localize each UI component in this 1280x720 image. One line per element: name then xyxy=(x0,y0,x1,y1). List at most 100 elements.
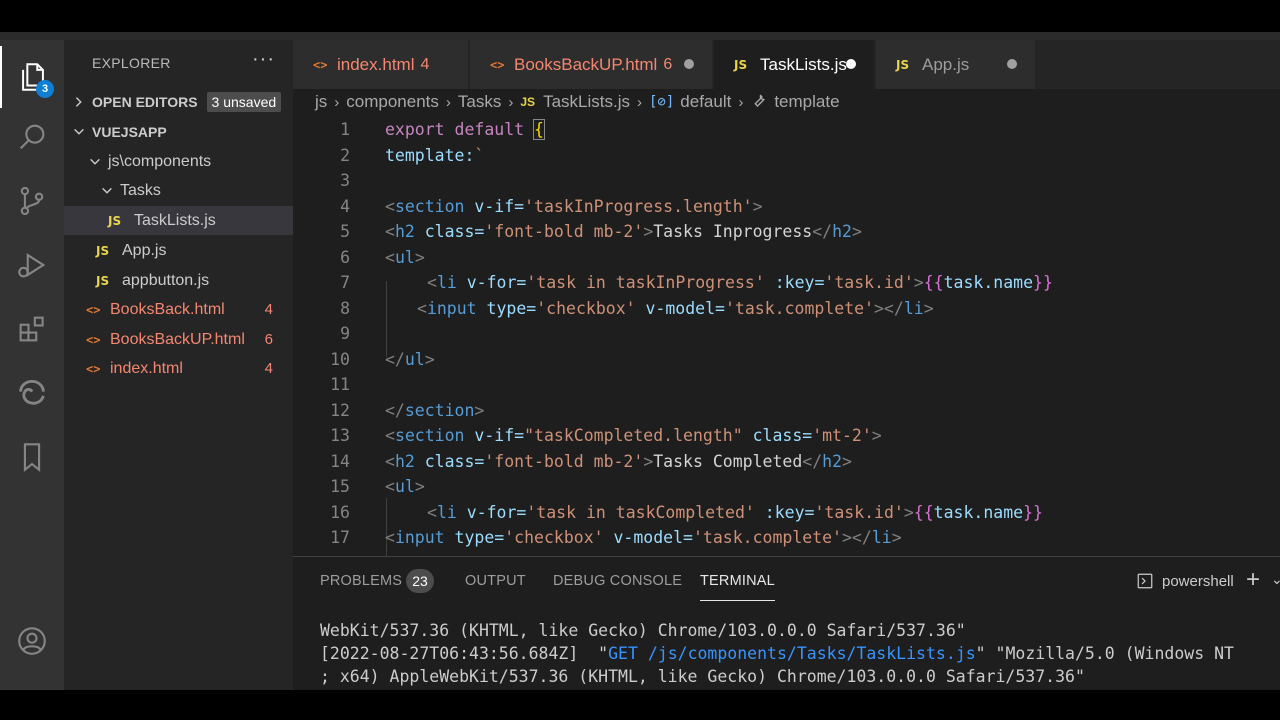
breadcrumb-item[interactable]: js xyxy=(315,92,327,112)
file-name: BooksBack.html xyxy=(110,300,225,318)
error-count: 4 xyxy=(264,360,273,377)
tab-app-js[interactable]: JS App.js xyxy=(876,40,1036,89)
code-line: 10 </ul> xyxy=(293,347,1280,373)
line-number: 6 xyxy=(340,247,350,267)
unsaved-badge: 3 unsaved xyxy=(206,91,282,112)
project-section[interactable]: VUEJSAPP xyxy=(64,117,293,146)
folder-components-label: js\components xyxy=(108,152,212,170)
problems-count-badge: 23 xyxy=(406,569,434,593)
file-app-js[interactable]: JS App.js xyxy=(64,236,293,265)
source-control-activity-button[interactable] xyxy=(0,170,64,232)
tab-debug-console[interactable]: DEBUG CONSOLE xyxy=(553,573,682,589)
terminal-line: ; x64) AppleWebKit/537.36 (KHTML, like G… xyxy=(320,667,1085,686)
breadcrumb-symbol[interactable]: default xyxy=(680,92,731,112)
tab-booksbackup-html[interactable]: <> BooksBackUP.html 6 xyxy=(470,40,713,89)
js-file-icon: JS xyxy=(108,213,122,228)
breadcrumb-item[interactable]: Tasks xyxy=(458,92,501,112)
explorer-title: EXPLORER xyxy=(92,55,171,71)
chevron-down-icon xyxy=(74,128,84,135)
run-debug-activity-button[interactable] xyxy=(0,234,64,296)
tab-label: BooksBackUP.html xyxy=(514,54,658,74)
run-debug-icon xyxy=(18,253,46,278)
activity-bar: 3 xyxy=(0,40,64,690)
chevron-down-icon[interactable]: ⌄ xyxy=(1271,571,1280,588)
line-number: 15 xyxy=(330,477,350,497)
terminal-shell-selector[interactable]: powershell xyxy=(1136,572,1234,590)
code-line: 5 <h2 class='font-bold mb-2'>Tasks Inpro… xyxy=(293,219,1280,245)
line-number: 11 xyxy=(330,375,350,395)
search-activity-button[interactable] xyxy=(0,106,64,168)
js-file-icon: JS xyxy=(896,57,910,72)
project-label: VUEJSAPP xyxy=(92,123,167,140)
more-actions-icon[interactable]: ··· xyxy=(252,48,275,71)
breadcrumb-item[interactable]: components xyxy=(346,92,439,112)
breadcrumb-symbol[interactable]: template xyxy=(774,92,839,112)
line-number: 2 xyxy=(340,145,350,165)
bookmarks-activity-button[interactable] xyxy=(0,426,64,488)
file-appbutton-js[interactable]: JS appbutton.js xyxy=(64,266,293,295)
js-file-icon: JS xyxy=(96,243,110,258)
html-file-icon: <> xyxy=(490,57,505,72)
unsaved-dot-icon[interactable] xyxy=(846,59,856,69)
breadcrumb: js › components › Tasks › JS TaskLists.j… xyxy=(293,89,1280,115)
line-number: 14 xyxy=(330,451,350,471)
file-tasklists-js[interactable]: JS TaskLists.js xyxy=(64,206,293,235)
line-number: 1 xyxy=(340,120,350,140)
tab-tasklists-js[interactable]: JS TaskLists.js xyxy=(714,40,875,89)
file-name: App.js xyxy=(122,241,167,259)
terminal-icon xyxy=(1137,573,1153,589)
js-file-icon: JS xyxy=(520,95,536,109)
code-line: 3 xyxy=(293,168,1280,194)
html-file-icon: <> xyxy=(86,332,101,347)
extensions-activity-button[interactable] xyxy=(0,298,64,360)
file-name: index.html xyxy=(110,359,183,377)
tab-error-count: 4 xyxy=(420,55,430,73)
object-symbol-icon: [⊘] xyxy=(648,94,675,110)
accounts-activity-button[interactable] xyxy=(0,610,64,672)
html-file-icon: <> xyxy=(86,302,101,317)
unsaved-dot-icon[interactable] xyxy=(684,59,694,69)
chevron-right-icon: › xyxy=(738,93,744,111)
line-number: 13 xyxy=(330,426,350,446)
window-top-edge xyxy=(0,0,1280,32)
terminal-line: WebKit/537.36 (KHTML, like Gecko) Chrome… xyxy=(320,621,966,640)
code-line: 14 <h2 class='font-bold mb-2'>Tasks Comp… xyxy=(293,449,1280,475)
code-line: 4 <section v-if='taskInProgress.length'> xyxy=(293,194,1280,220)
code-editor[interactable]: 1 export default { 2 template:` 3 4 <sec… xyxy=(293,115,1280,556)
tab-label: TaskLists.js xyxy=(760,54,847,74)
unsaved-dot-icon[interactable] xyxy=(1007,59,1017,69)
explorer-activity-button[interactable]: 3 xyxy=(0,46,64,108)
account-icon xyxy=(18,627,46,655)
tab-index-html[interactable]: <> index.html 4 xyxy=(293,40,469,89)
folder-components[interactable]: js\components xyxy=(64,147,293,176)
line-number: 12 xyxy=(330,400,350,420)
code-line: 16 <li v-for='task in taskCompleted' :ke… xyxy=(293,500,1280,526)
open-editors-section[interactable]: OPEN EDITORS 3 unsaved xyxy=(64,87,293,116)
code-text: </section> xyxy=(385,400,485,420)
file-booksback-html[interactable]: <> BooksBack.html 4 xyxy=(64,295,293,324)
folder-tasks[interactable]: Tasks xyxy=(64,176,293,205)
code-line: 2 template:` xyxy=(293,143,1280,169)
tab-terminal[interactable]: TERMINAL xyxy=(700,573,775,601)
bookmark-icon xyxy=(23,443,41,472)
html-file-icon: <> xyxy=(86,361,101,376)
tab-problems[interactable]: PROBLEMS xyxy=(320,573,402,589)
chevron-right-icon xyxy=(75,96,82,107)
tab-error-count: 6 xyxy=(663,55,673,73)
breadcrumb-file[interactable]: TaskLists.js xyxy=(543,92,630,112)
tab-output[interactable]: OUTPUT xyxy=(465,573,526,589)
edge-activity-button[interactable] xyxy=(0,362,64,424)
code-line: 11 xyxy=(293,372,1280,398)
bottom-panel: PROBLEMS 23 OUTPUT DEBUG CONSOLE TERMINA… xyxy=(293,556,1280,690)
code-line: 13 <section v-if="taskCompleted.length" … xyxy=(293,423,1280,449)
tab-label: index.html xyxy=(337,54,415,74)
new-terminal-plus-icon[interactable]: + xyxy=(1246,566,1260,594)
line-number: 7 xyxy=(340,273,350,293)
code-text: <input type='checkbox' v-model='task.com… xyxy=(385,528,902,548)
file-booksbackup-html[interactable]: <> BooksBackUP.html 6 xyxy=(64,325,293,354)
code-text: <h2 class='font-bold mb-2'>Tasks Inprogr… xyxy=(385,222,862,242)
line-number: 10 xyxy=(330,349,350,369)
line-number: 16 xyxy=(330,502,350,522)
chevron-right-icon: › xyxy=(508,93,514,111)
file-index-html[interactable]: <> index.html 4 xyxy=(64,354,293,383)
